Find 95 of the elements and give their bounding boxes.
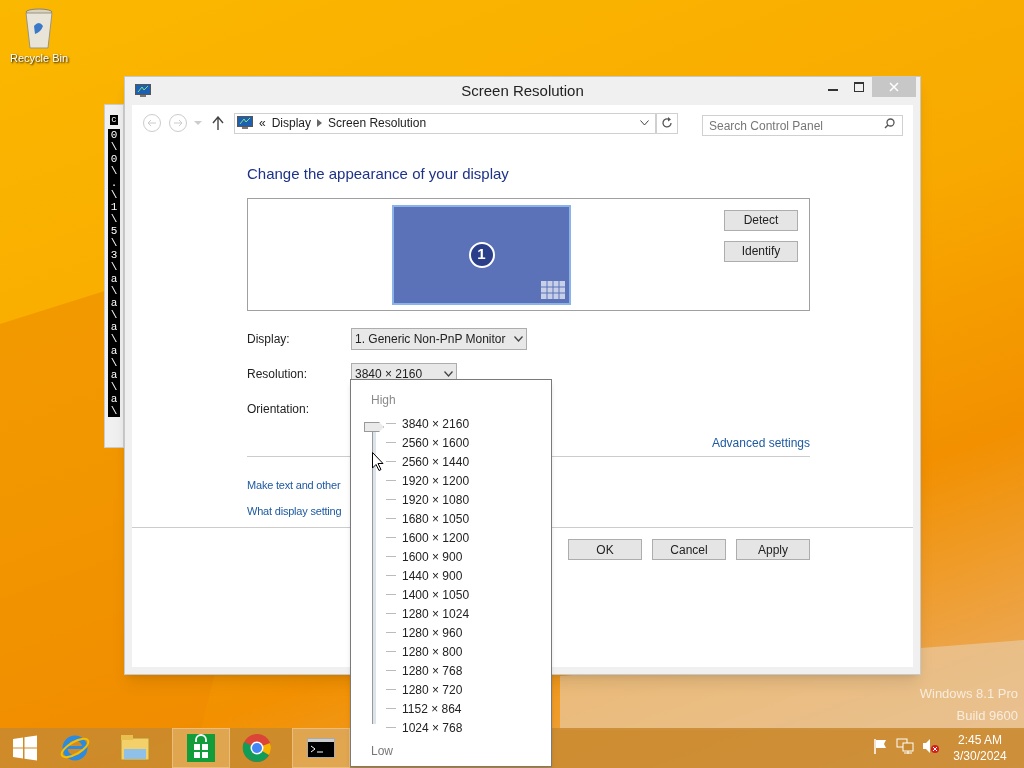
console-character: a [109, 369, 119, 381]
speaker-muted-icon[interactable] [922, 738, 940, 754]
console-character: \ [109, 333, 119, 345]
console-character: a [109, 273, 119, 285]
shopping-bag-taskbar-button[interactable] [172, 728, 230, 768]
browser-e-icon [60, 733, 90, 763]
console-character: 0 [109, 153, 119, 165]
console-character: \ [109, 237, 119, 249]
chevron-down-icon [513, 335, 523, 342]
resolution-option[interactable]: 1920 × 1080 [402, 490, 470, 509]
recycle-bin-icon[interactable] [24, 8, 54, 50]
resolution-option[interactable]: 2560 × 1440 [402, 452, 470, 471]
link[interactable]: Make text and other [247, 476, 341, 493]
console-character: a [109, 393, 119, 405]
field-label: Orientation: [247, 400, 311, 418]
field-label: Resolution: [247, 365, 309, 383]
taskbar-grid-icon [541, 280, 565, 299]
monitor-number: 1 [468, 241, 495, 268]
resolution-option[interactable]: 1152 × 864 [402, 699, 462, 718]
monitor-icon [237, 116, 253, 130]
console-character: \ [109, 381, 119, 393]
resolution-option[interactable]: 1600 × 900 [402, 547, 463, 566]
console-character: a [109, 297, 119, 309]
resolution-option[interactable]: 1280 × 720 [402, 680, 463, 699]
flag-icon[interactable] [872, 738, 888, 754]
console-character: 0 [109, 129, 119, 141]
address-bar[interactable]: « Display Screen Resolution [234, 112, 657, 134]
slider-thumb[interactable] [364, 422, 384, 432]
console-character: a [109, 345, 119, 357]
dialog-button[interactable]: OK [568, 539, 642, 560]
resolution-option[interactable]: 1440 × 900 [402, 566, 463, 585]
os-watermark-text: Build 9600 [956, 706, 1018, 725]
breadcrumb-item[interactable]: Display [271, 114, 312, 132]
chevron-down-icon[interactable] [640, 120, 650, 126]
console-header-text: c [110, 115, 118, 125]
field-label: Display: [247, 330, 291, 348]
up-arrow-icon[interactable] [212, 116, 224, 130]
monitor-icon [135, 84, 151, 98]
console-character: \ [109, 405, 119, 417]
window-title: Screen Resolution [460, 80, 585, 101]
folder-icon [120, 734, 150, 762]
forward-icon[interactable] [168, 113, 188, 133]
refresh-icon[interactable] [656, 112, 678, 134]
console-character: 3 [109, 249, 119, 261]
breadcrumb-chevron[interactable]: « [259, 114, 266, 132]
breadcrumb-item[interactable]: Screen Resolution [328, 114, 427, 132]
resolution-option[interactable]: 3840 × 2160 [402, 414, 470, 433]
console-character: \ [109, 141, 119, 153]
page-heading: Change the appearance of your display [247, 164, 510, 184]
console-character: \ [109, 213, 119, 225]
slider-high-label: High [371, 392, 396, 409]
console-character: a [109, 321, 119, 333]
dialog-button[interactable]: Cancel [652, 539, 726, 560]
windows-logo-icon [12, 735, 38, 761]
resolution-option[interactable]: 1280 × 1024 [402, 604, 470, 623]
back-icon[interactable] [142, 113, 162, 133]
shopping-bag-icon [187, 734, 215, 762]
console-character: \ [109, 261, 119, 273]
resolution-option[interactable]: 1024 × 768 [402, 718, 463, 737]
monitor-preview[interactable]: 1 [392, 204, 571, 305]
caret-icon[interactable] [194, 120, 202, 126]
browser-circle-icon [242, 733, 272, 763]
resolution-option[interactable]: 2560 × 1600 [402, 433, 470, 452]
terminal-icon [307, 738, 335, 758]
preview-button[interactable]: Identify [724, 240, 798, 262]
resolution-option[interactable]: 1400 × 1050 [402, 585, 470, 604]
resolution-option[interactable]: 1600 × 1200 [402, 528, 470, 547]
mouse-cursor-icon [372, 452, 384, 471]
preview-button[interactable]: Detect [724, 209, 798, 231]
resolution-option[interactable]: 1280 × 960 [402, 623, 463, 642]
dialog-button[interactable]: Apply [736, 539, 810, 560]
network-icon[interactable] [896, 738, 914, 754]
dropdown[interactable]: 1. Generic Non-PnP Monitor [351, 327, 527, 350]
search-field[interactable]: Search Control Panel [701, 115, 903, 136]
console-character: \ [109, 165, 119, 177]
console-character: \ [109, 309, 119, 321]
resolution-option[interactable]: 1280 × 800 [402, 642, 463, 661]
console-character: 1 [109, 201, 119, 213]
console-character: . [109, 177, 119, 189]
resolution-option[interactable]: 1920 × 1200 [402, 471, 470, 490]
separator-arrow-icon [317, 119, 323, 127]
slider-track[interactable] [364, 422, 386, 724]
terminal-taskbar-button[interactable] [292, 728, 350, 768]
advanced-settings-link[interactable]: Advanced settings [711, 433, 810, 452]
resolution-option[interactable]: 1280 × 768 [402, 661, 463, 680]
console-character: \ [109, 357, 119, 369]
resolution-option[interactable]: 1680 × 1050 [402, 509, 470, 528]
console-character: \ [109, 189, 119, 201]
console-character: \ [109, 285, 119, 297]
chevron-down-icon [444, 370, 454, 377]
slider-low-label: Low [371, 743, 393, 760]
link[interactable]: What display setting [247, 503, 342, 520]
console-character: 5 [109, 225, 119, 237]
search-icon[interactable] [884, 117, 895, 129]
os-watermark-text: Windows 8.1 Pro [919, 685, 1018, 703]
